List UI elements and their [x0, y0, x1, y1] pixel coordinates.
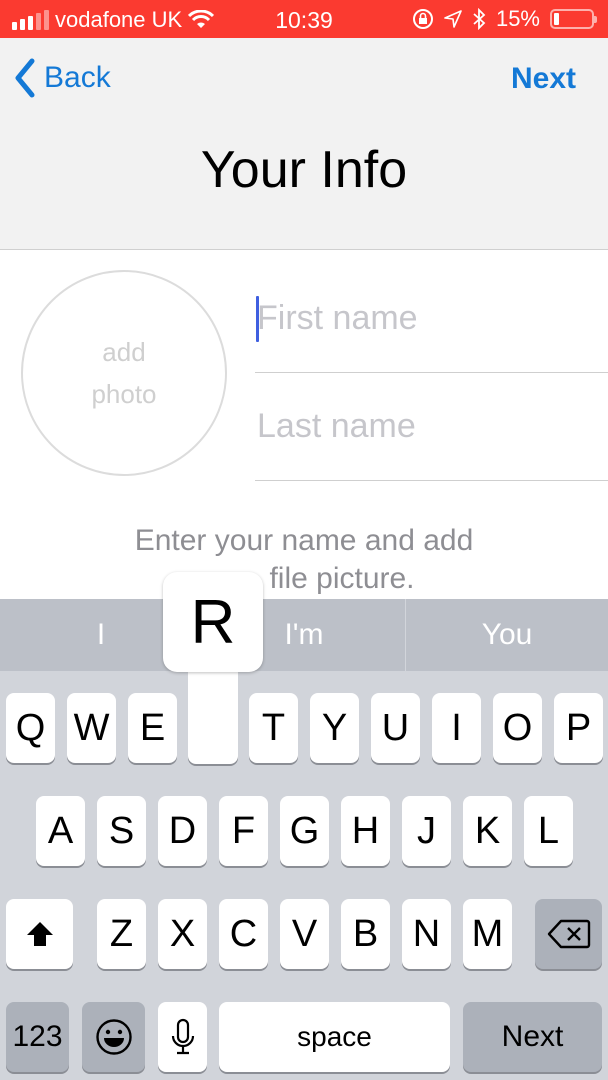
key-j[interactable]: J [402, 796, 451, 866]
key-y[interactable]: Y [310, 693, 359, 763]
key-w[interactable]: W [67, 693, 116, 763]
instruction-line1: Enter your name and add [134, 524, 474, 557]
orientation-lock-icon [412, 9, 433, 29]
back-button[interactable]: Back [14, 58, 111, 98]
key-h[interactable]: H [341, 796, 390, 866]
next-button[interactable]: Next [511, 62, 576, 96]
key-u[interactable]: U [371, 693, 420, 763]
text-cursor [256, 296, 259, 342]
key-g[interactable]: G [280, 796, 329, 866]
key-f[interactable]: F [219, 796, 268, 866]
add-photo-label-line1: add [102, 337, 146, 367]
dictation-key[interactable] [158, 1002, 207, 1072]
battery-percent: 15% [495, 6, 540, 31]
space-key[interactable]: space [219, 1002, 450, 1072]
add-photo-label-line2: photo [91, 379, 157, 409]
keyboard: Q W E T Y U I O P A S D F G H J K L Z X … [0, 671, 608, 1080]
emoji-icon [95, 1019, 132, 1055]
key-x[interactable]: X [158, 899, 207, 969]
back-label: Back [44, 61, 111, 94]
key-s[interactable]: S [97, 796, 146, 866]
key-v[interactable]: V [280, 899, 329, 969]
location-icon [444, 10, 462, 28]
predictive-bar: I I'm You [0, 599, 608, 671]
bluetooth-icon [473, 8, 486, 30]
first-name-input[interactable] [255, 264, 608, 372]
instruction-line2: file picture. [269, 562, 415, 595]
key-o[interactable]: O [493, 693, 542, 763]
key-preview: R [163, 572, 263, 672]
status-bar: vodafone UK 10:39 15% [0, 0, 608, 38]
key-r-pressed-popup[interactable]: R [163, 572, 263, 764]
key-k[interactable]: K [463, 796, 512, 866]
key-i[interactable]: I [432, 693, 481, 763]
first-name-field-container [255, 264, 608, 373]
key-a[interactable]: A [36, 796, 85, 866]
shift-arrow-icon [26, 922, 53, 946]
last-name-input[interactable] [255, 372, 608, 480]
key-c[interactable]: C [219, 899, 268, 969]
emoji-key[interactable] [82, 1002, 145, 1072]
key-l[interactable]: L [524, 796, 573, 866]
key-p[interactable]: P [554, 693, 603, 763]
chevron-left-icon [15, 58, 35, 98]
return-next-key[interactable]: Next [463, 1002, 602, 1072]
microphone-icon [171, 1018, 194, 1055]
navigation-bar: Back Next Your Info [0, 38, 608, 250]
key-n[interactable]: N [402, 899, 451, 969]
instruction-text: Enter your name and add file picture. [0, 522, 608, 598]
delete-key[interactable] [535, 899, 602, 969]
numbers-key[interactable]: 123 [6, 1002, 69, 1072]
shift-key[interactable] [6, 899, 73, 969]
key-z[interactable]: Z [97, 899, 146, 969]
last-name-field-container [255, 372, 608, 481]
backspace-icon [547, 919, 590, 949]
key-d[interactable]: D [158, 796, 207, 866]
battery-icon [550, 9, 597, 29]
key-r[interactable] [188, 662, 238, 764]
suggestion[interactable]: You [405, 599, 608, 671]
page-title: Your Info [200, 141, 408, 199]
key-m[interactable]: M [463, 899, 512, 969]
key-b[interactable]: B [341, 899, 390, 969]
add-photo-button[interactable]: add photo [21, 270, 227, 476]
key-q[interactable]: Q [6, 693, 55, 763]
